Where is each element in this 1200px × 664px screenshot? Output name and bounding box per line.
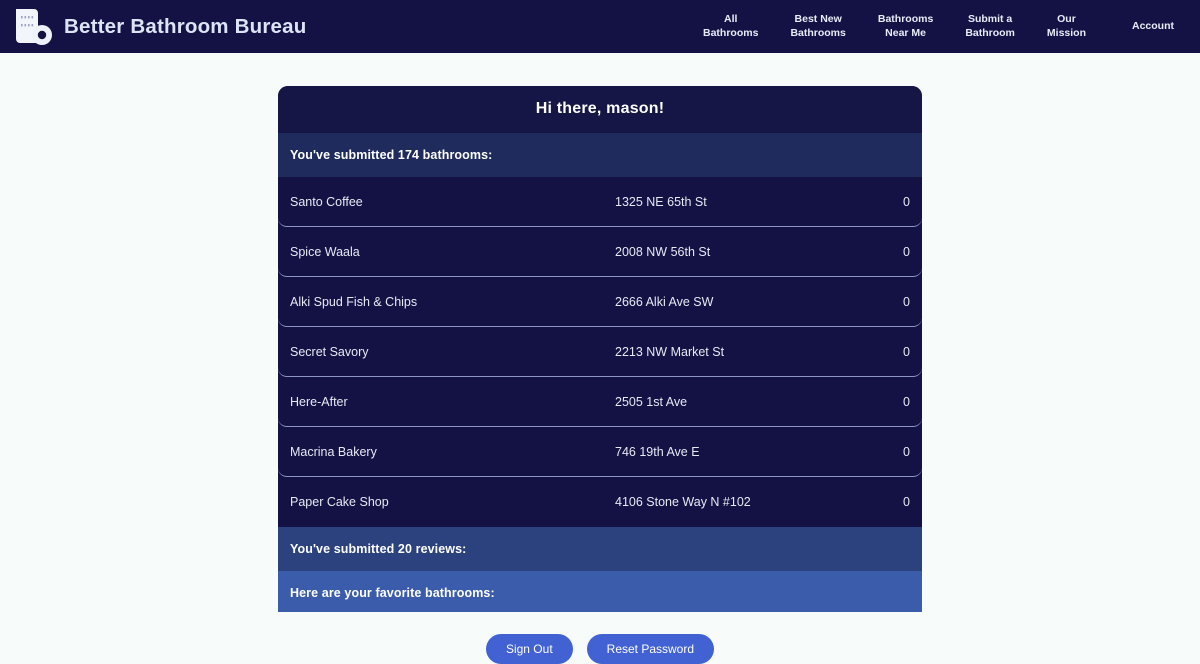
table-row[interactable]: Secret Savory 2213 NW Market St 0 — [278, 327, 922, 377]
nav-link-all-bathrooms[interactable]: All Bathrooms — [687, 13, 774, 40]
bathroom-address: 2008 NW 56th St — [615, 244, 711, 259]
table-row[interactable]: Paper Cake Shop 4106 Stone Way N #102 0 — [278, 477, 922, 527]
bathroom-address: 2213 NW Market St — [615, 344, 725, 359]
nav-link-our-mission[interactable]: Our Mission — [1031, 13, 1102, 40]
account-card: Hi there, mason! You've submitted 174 ba… — [278, 86, 922, 612]
table-row[interactable]: Alki Spud Fish & Chips 2666 Alki Ave SW … — [278, 277, 922, 327]
bathroom-count: 0 — [903, 495, 910, 509]
bathroom-name: Paper Cake Shop — [290, 495, 389, 509]
bathroom-name: Secret Savory — [290, 344, 369, 359]
table-row[interactable]: Santo Coffee 1325 NE 65th St 0 — [278, 177, 922, 227]
bathroom-count: 0 — [903, 194, 910, 209]
nav-link-account[interactable]: Account — [1102, 20, 1178, 33]
page-content: Hi there, mason! You've submitted 174 ba… — [0, 53, 1200, 664]
bathroom-count: 0 — [903, 294, 910, 309]
bathroom-address: 4106 Stone Way N #102 — [615, 495, 751, 509]
page-title: Hi there, mason! — [278, 86, 922, 133]
bathroom-address: 2505 1st Ave — [615, 394, 688, 409]
bathroom-name: Alki Spud Fish & Chips — [290, 294, 418, 309]
top-navbar: Better Bathroom Bureau All Bathrooms Bes… — [0, 0, 1200, 53]
primary-navigation: All Bathrooms Best New Bathrooms Bathroo… — [687, 13, 1178, 40]
submitted-bathrooms-table: Santo Coffee 1325 NE 65th St 0 Spice Waa… — [278, 177, 922, 527]
bathroom-count: 0 — [903, 394, 910, 409]
bathroom-count: 0 — [903, 344, 910, 359]
bathroom-address: 746 19th Ave E — [615, 444, 700, 459]
nav-link-submit-a-bathroom[interactable]: Submit a Bathroom — [949, 13, 1031, 40]
bathroom-name: Macrina Bakery — [290, 444, 377, 459]
bathroom-address: 2666 Alki Ave SW — [615, 294, 714, 309]
reset-password-button[interactable]: Reset Password — [586, 633, 715, 664]
table-row[interactable]: Spice Waala 2008 NW 56th St 0 — [278, 227, 922, 277]
favorite-bathrooms-heading: Here are your favorite bathrooms: — [278, 571, 922, 612]
submitted-reviews-heading: You've submitted 20 reviews: — [278, 527, 922, 571]
sign-out-button[interactable]: Sign Out — [485, 633, 573, 664]
bathroom-count: 0 — [903, 244, 910, 259]
bathroom-name: Spice Waala — [290, 244, 360, 259]
nav-link-bathrooms-near-me[interactable]: Bathrooms Near Me — [862, 13, 949, 40]
account-actions: Sign Out Reset Password — [485, 633, 715, 664]
table-row[interactable]: Macrina Bakery 746 19th Ave E 0 — [278, 427, 922, 477]
nav-link-best-new-bathrooms[interactable]: Best New Bathrooms — [774, 13, 861, 40]
brand-name: Better Bathroom Bureau — [64, 14, 307, 38]
bathroom-count: 0 — [903, 444, 910, 459]
table-row[interactable]: Here-After 2505 1st Ave 0 — [278, 377, 922, 427]
bathroom-name: Santo Coffee — [290, 194, 363, 209]
submitted-bathrooms-heading: You've submitted 174 bathrooms: — [278, 133, 922, 177]
brand-logo[interactable]: Better Bathroom Bureau — [10, 6, 306, 48]
bathroom-name: Here-After — [290, 394, 348, 409]
toilet-paper-roll-icon — [10, 6, 54, 48]
bathroom-address: 1325 NE 65th St — [615, 194, 707, 209]
